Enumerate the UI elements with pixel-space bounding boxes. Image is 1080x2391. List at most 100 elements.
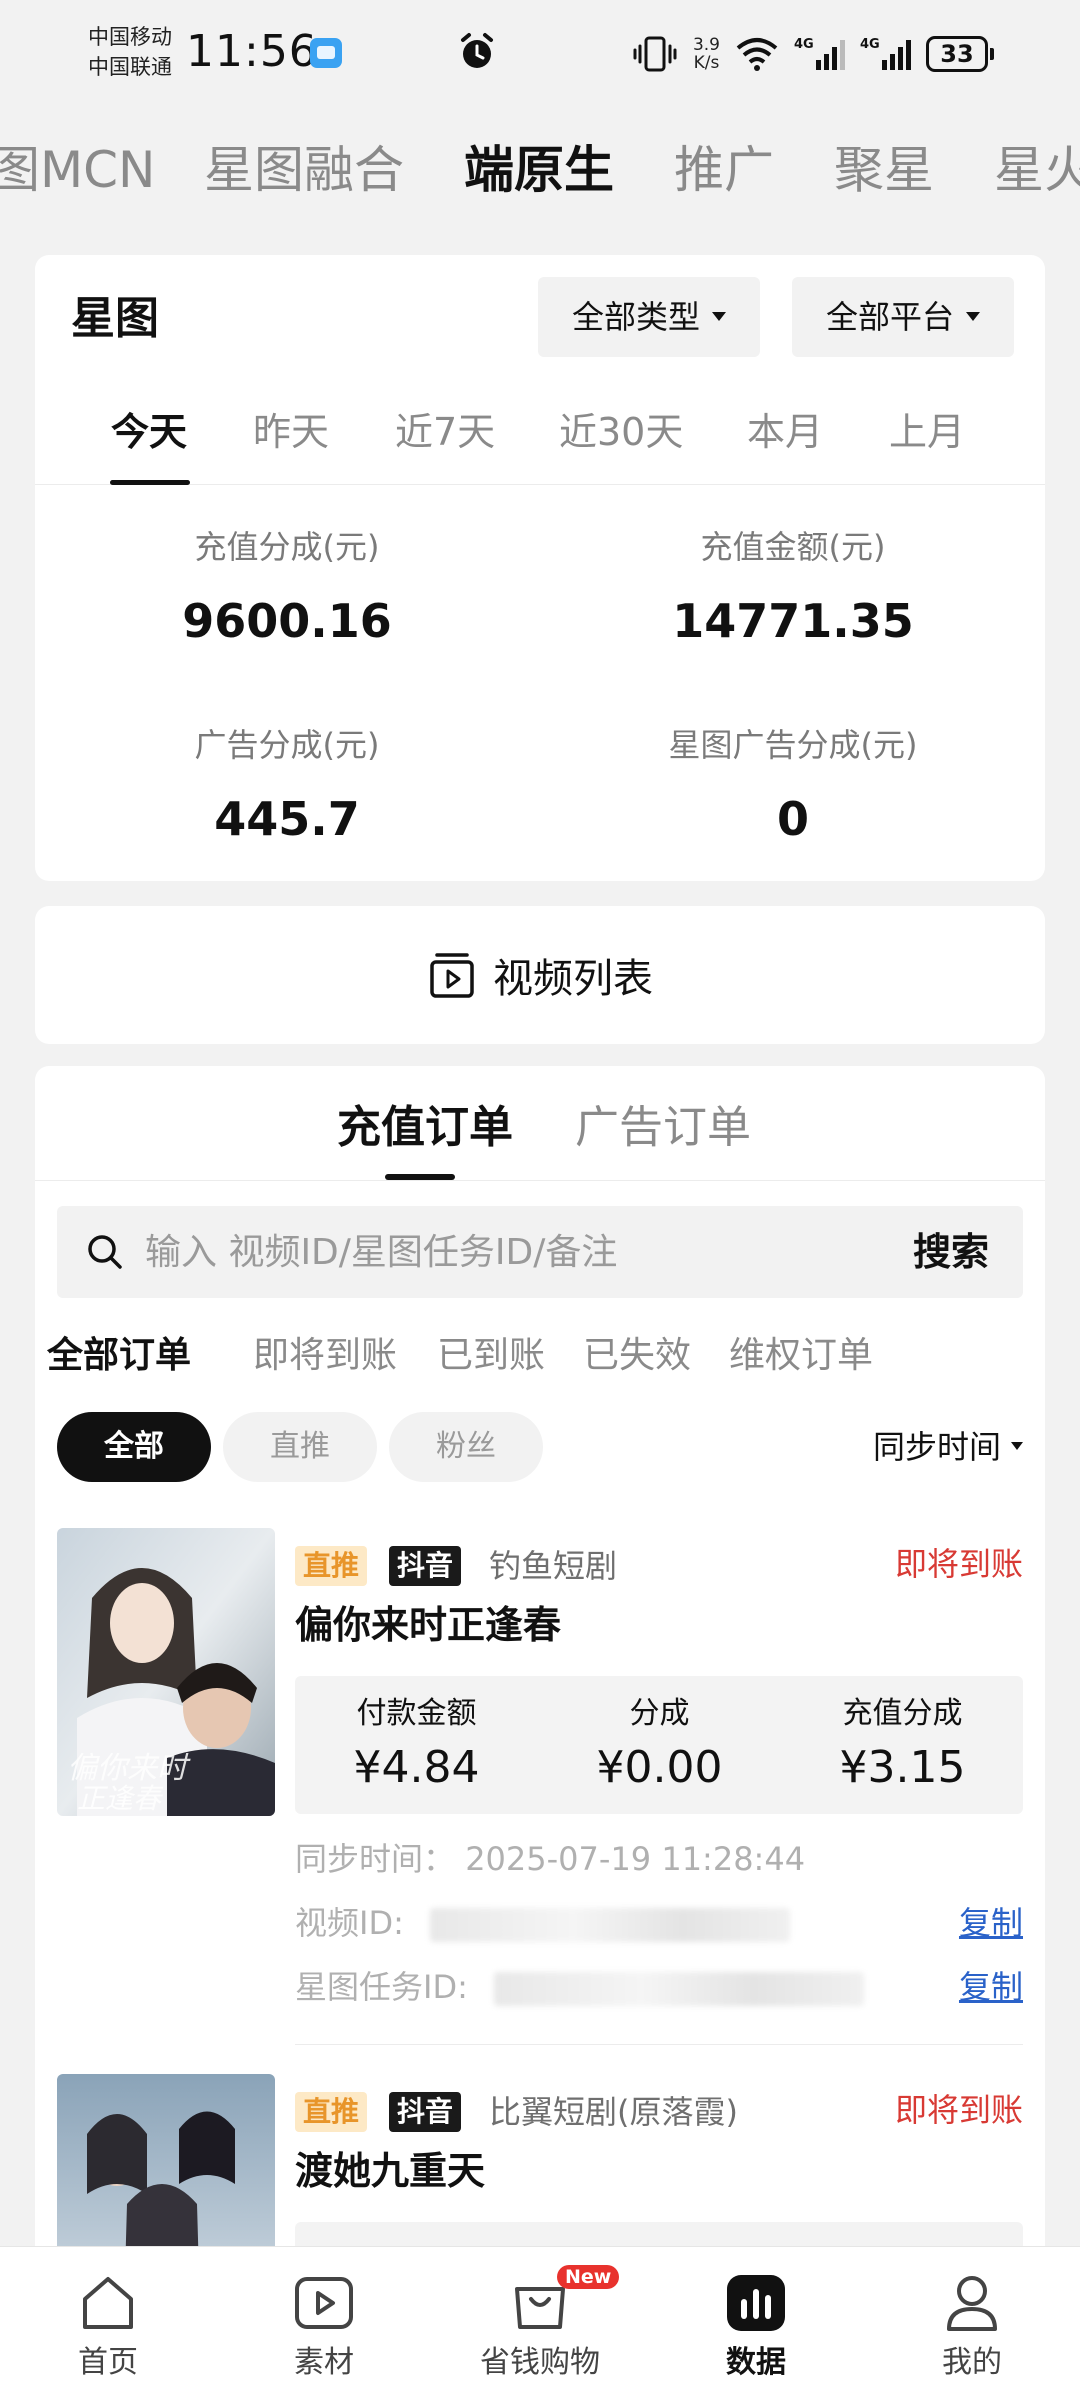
drama-title: 偏你来时正逢春 — [295, 1603, 562, 1647]
amount-value: ¥3.15 — [839, 1742, 966, 1793]
date-range-tabs: 今天 昨天 近7天 近30天 本月 上月 — [35, 385, 1045, 485]
sync-time-value: 2025-07-19 11:28:44 — [465, 1840, 806, 1878]
amount-value: ¥0.00 — [596, 1742, 723, 1793]
filter-dispute[interactable]: 维权订单 — [729, 1328, 873, 1384]
sync-time-label: 同步时间： — [295, 1840, 456, 1878]
task-id-row: 星图任务ID: — [295, 1964, 865, 2010]
caret-down-icon — [966, 311, 981, 321]
platform-filter-dropdown[interactable]: 全部平台 — [792, 277, 1015, 357]
active-tab-indicator — [110, 480, 190, 485]
stat-value: 14771.35 — [672, 594, 914, 648]
date-tab-this-month[interactable]: 本月 — [747, 407, 823, 457]
nav-profile[interactable]: 我的 — [864, 2247, 1080, 2391]
nav-data[interactable]: 数据 — [648, 2247, 864, 2391]
task-id-label: 星图任务ID: — [295, 1968, 468, 2006]
type-filter-dropdown[interactable]: 全部类型 — [538, 277, 761, 357]
filter-arrived[interactable]: 已到账 — [437, 1328, 545, 1384]
net-speed-unit: K/s — [693, 53, 720, 73]
search-input[interactable] — [145, 1206, 825, 1298]
svg-text:正逢春: 正逢春 — [77, 1782, 164, 1815]
video-id-row: 视频ID: — [295, 1900, 791, 1946]
alarm-icon — [461, 33, 493, 68]
battery-indicator: 33 — [926, 36, 994, 72]
play-icon — [295, 2277, 353, 2329]
tab-ad-orders[interactable]: 广告订单 — [575, 1100, 751, 1156]
date-tab-7days[interactable]: 近7天 — [395, 407, 495, 457]
nav-label: 首页 — [78, 2345, 138, 2380]
carrier-1: 中国移动 — [88, 25, 172, 49]
filter-expired[interactable]: 已失效 — [583, 1328, 691, 1384]
filter-all-orders[interactable]: 全部订单 — [47, 1328, 191, 1384]
tab-mcn[interactable]: 图MCN — [0, 140, 155, 200]
amount-share: 分成 ¥0.00 — [538, 1694, 781, 1796]
tab-native[interactable]: 端原生 — [464, 140, 614, 200]
date-tab-yesterday[interactable]: 昨天 — [253, 407, 329, 457]
tab-xinghuo[interactable]: 星火 — [994, 140, 1080, 200]
drama-source: 比翼短剧(原落霞) — [489, 2093, 738, 2131]
net-speed: 3.9 K/s — [693, 36, 720, 72]
svg-text:4G: 4G — [860, 37, 880, 52]
tag-direct: 直推 — [295, 1546, 368, 1586]
search-icon — [88, 1235, 122, 1269]
copy-task-id-button[interactable]: 复制 — [959, 1964, 1023, 2010]
date-tab-30days[interactable]: 近30天 — [559, 407, 683, 457]
redacted-video-id — [430, 1908, 791, 1942]
video-id-label: 视频ID: — [295, 1904, 404, 1942]
stat-xingtu-ad-share: 星图广告分成(元) 0 — [593, 723, 993, 849]
new-badge: New — [557, 2265, 620, 2289]
signal-icon-1: 4G — [794, 37, 845, 70]
tab-recharge-orders[interactable]: 充值订单 — [337, 1100, 513, 1156]
nav-home[interactable]: 首页 — [0, 2247, 216, 2391]
video-list-icon — [430, 953, 474, 998]
amount-label: 分成 — [629, 1696, 690, 1731]
tag-douyin: 抖音 — [389, 2092, 462, 2132]
carrier-names: 中国移动 中国联通 — [88, 22, 172, 82]
nav-label: 素材 — [294, 2345, 354, 2380]
chip-fans[interactable]: 粉丝 — [389, 1412, 543, 1482]
search-button[interactable]: 搜索 — [913, 1206, 989, 1298]
filter-arriving[interactable]: 即将到账 — [253, 1328, 397, 1384]
chip-direct[interactable]: 直推 — [223, 1412, 377, 1482]
amount-label: 充值分成 — [842, 1696, 963, 1731]
chip-all[interactable]: 全部 — [57, 1412, 211, 1482]
bottom-navigation: 首页 素材 New 省钱购物 数据 我的 — [0, 2246, 1080, 2391]
status-bar: 中国移动 中国联通 11:56 3.9 K/s 4G 4G 33 — [0, 0, 1080, 110]
order-status: 即将到账 — [894, 2091, 1023, 2129]
chart-icon — [727, 2275, 785, 2331]
stat-value: 0 — [776, 792, 809, 846]
order-status-filters: 全部订单 即将到账 已到账 已失效 维权订单 — [35, 1328, 1045, 1388]
nav-materials[interactable]: 素材 — [216, 2247, 432, 2391]
search-bar: 搜索 — [57, 1206, 1023, 1298]
overview-card: 星图 全部类型 全部平台 今天 昨天 近7天 近30天 本月 上月 充值分成(元… — [35, 255, 1045, 881]
card-title: 星图 — [71, 293, 159, 344]
tab-juxing[interactable]: 聚星 — [834, 140, 934, 200]
sort-dropdown[interactable]: 同步时间 — [873, 1422, 1023, 1472]
stat-ad-share: 广告分成(元) 445.7 — [87, 723, 487, 849]
notification-app-icon — [310, 38, 342, 68]
caret-down-icon — [1011, 1442, 1023, 1450]
nav-label: 数据 — [726, 2345, 786, 2380]
stat-value: 445.7 — [214, 792, 360, 846]
user-icon — [947, 2276, 997, 2331]
nav-label: 省钱购物 — [480, 2345, 600, 2380]
type-filter-label: 全部类型 — [572, 298, 701, 336]
copy-video-id-button[interactable]: 复制 — [959, 1900, 1023, 1946]
order-item[interactable]: 偏你来时 正逢春 直推 抖音 钓鱼短剧 即将到账 偏你来时正逢春 付款金额 ¥4… — [35, 1528, 1045, 2048]
tag-direct: 直推 — [295, 2092, 368, 2132]
stat-recharge-amount: 充值金额(元) 14771.35 — [593, 525, 993, 651]
stat-value: 9600.16 — [182, 594, 392, 648]
orders-card: 充值订单 广告订单 搜索 全部订单 即将到账 已到账 已失效 维权订单 全部 直… — [35, 1066, 1045, 2391]
sort-label: 同步时间 — [872, 1428, 1001, 1466]
date-tab-last-month[interactable]: 上月 — [889, 407, 965, 457]
amount-payment: 付款金额 ¥4.84 — [295, 1694, 538, 1796]
platform-filter-label: 全部平台 — [826, 298, 955, 336]
svg-text:4G: 4G — [794, 37, 814, 52]
date-tab-today[interactable]: 今天 — [111, 407, 187, 457]
video-list-label: 视频列表 — [493, 956, 653, 1002]
tab-xingtu-fusion[interactable]: 星图融合 — [204, 140, 404, 200]
tab-promotion[interactable]: 推广 — [674, 140, 774, 200]
video-list-button[interactable]: 视频列表 — [35, 906, 1045, 1044]
caret-down-icon — [712, 311, 727, 321]
nav-shopping[interactable]: New 省钱购物 — [432, 2247, 648, 2391]
redacted-task-id — [494, 1972, 865, 2006]
